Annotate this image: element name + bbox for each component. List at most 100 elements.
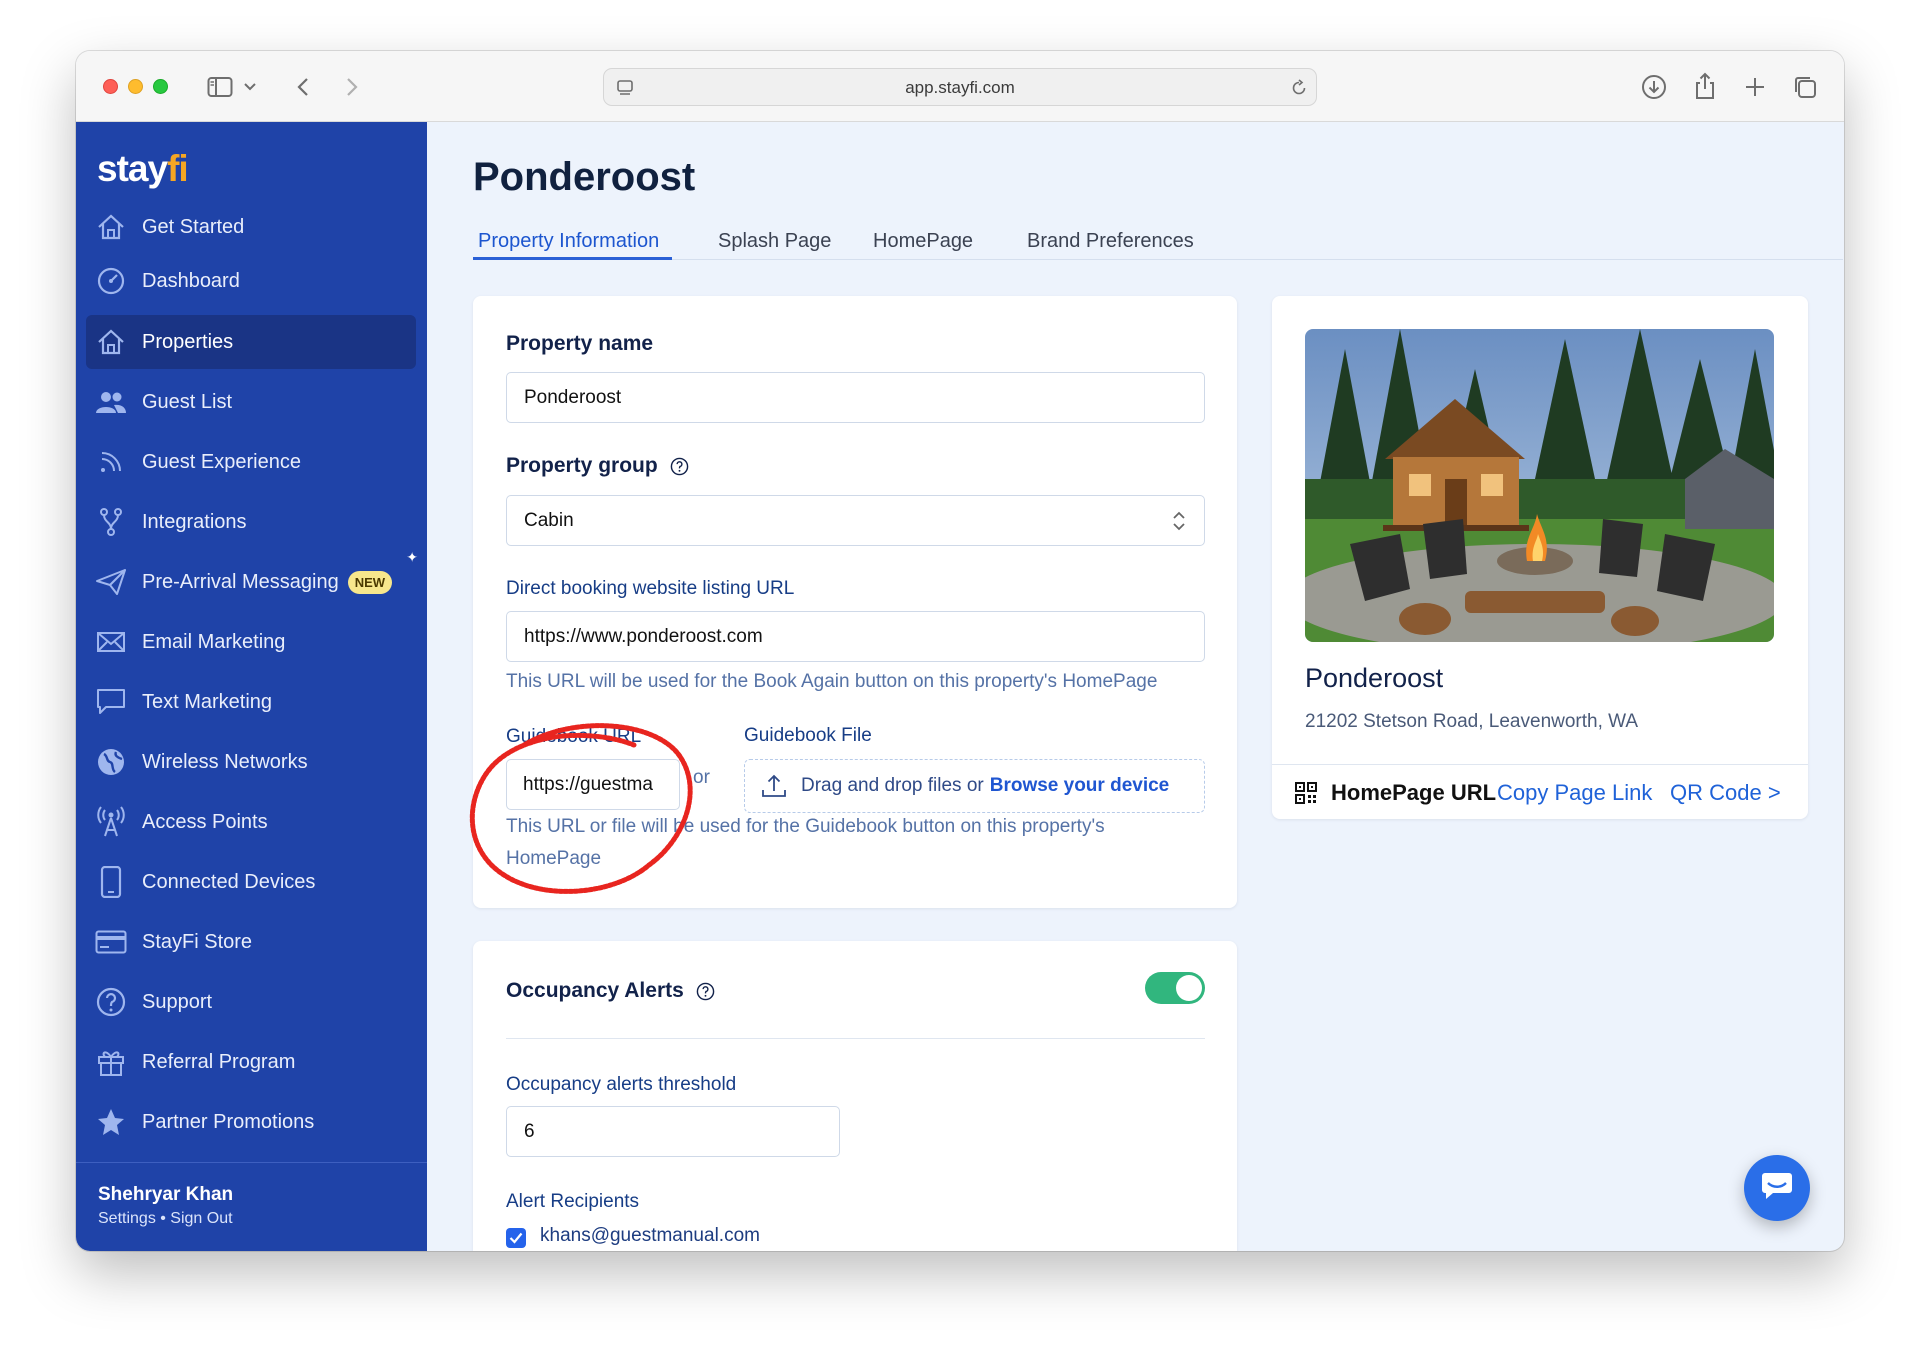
- preview-divider: [1272, 764, 1808, 765]
- property-group-label: Property group: [506, 454, 689, 478]
- sidebar-item-label: Support: [142, 990, 213, 1013]
- occupancy-title-text: Occupancy Alerts: [506, 979, 684, 1002]
- property-photo: [1305, 329, 1774, 642]
- property-group-label-text: Property group: [506, 454, 658, 477]
- sidebar-item-integrations[interactable]: Integrations: [86, 495, 416, 549]
- share-icon[interactable]: [1690, 70, 1720, 102]
- property-group-value: Cabin: [524, 509, 574, 531]
- occupancy-alerts-card: Occupancy Alerts Occupancy alerts thresh…: [473, 941, 1237, 1251]
- minimize-window-button[interactable]: [128, 79, 143, 94]
- copy-page-link[interactable]: Copy Page Link: [1497, 780, 1652, 806]
- chat-icon: [1759, 1169, 1795, 1208]
- download-icon[interactable]: [1639, 72, 1669, 102]
- paper-plane-icon: [94, 565, 128, 599]
- sidebar-item-connected-devices[interactable]: Connected Devices: [86, 855, 416, 909]
- browser-window: app.stayfi.com stayfi Get Started Dashbo…: [76, 51, 1844, 1251]
- tab-property-information[interactable]: Property Information: [478, 230, 659, 253]
- back-arrow-icon[interactable]: [291, 73, 315, 101]
- sidebar-item-pre-arrival-messaging[interactable]: Pre-Arrival Messaging NEW ✦: [86, 549, 418, 609]
- sidebar-item-label: Integrations: [142, 510, 247, 533]
- booking-url-input[interactable]: https://www.ponderoost.com: [506, 611, 1205, 662]
- envelope-icon: [94, 625, 128, 659]
- browser-toolbar: app.stayfi.com: [76, 51, 1844, 122]
- qr-code-icon: [1295, 782, 1317, 809]
- guidebook-file-dropzone[interactable]: Drag and drop files or Browse your devic…: [744, 759, 1205, 813]
- sidebar-item-label: Access Points: [142, 810, 268, 833]
- property-group-select[interactable]: Cabin: [506, 495, 1205, 546]
- booking-url-label: Direct booking website listing URL: [506, 578, 795, 599]
- chevron-down-icon[interactable]: [241, 75, 259, 99]
- homepage-url-label: HomePage URL: [1331, 780, 1497, 805]
- tab-overview-icon[interactable]: [1790, 72, 1820, 102]
- chat-bubble-icon: [94, 685, 128, 719]
- sidebar-item-referral-program[interactable]: Referral Program: [86, 1035, 416, 1089]
- sidebar: stayfi Get Started Dashboard Properties …: [76, 122, 427, 1251]
- antenna-icon: [94, 805, 128, 839]
- property-name-input[interactable]: Ponderoost: [506, 372, 1205, 423]
- threshold-label: Occupancy alerts threshold: [506, 1074, 737, 1095]
- users-icon: [94, 385, 128, 419]
- or-separator: or: [693, 767, 710, 788]
- reload-icon[interactable]: [1288, 77, 1310, 99]
- sidebar-item-guest-experience[interactable]: Guest Experience: [86, 435, 416, 489]
- address-bar[interactable]: app.stayfi.com: [603, 68, 1317, 106]
- recipient-checkbox[interactable]: [506, 1228, 526, 1248]
- dropzone-text: Drag and drop files or: [801, 775, 984, 796]
- page-title: Ponderoost: [473, 155, 696, 199]
- browse-device-link[interactable]: Browse your device: [990, 775, 1170, 797]
- tab-splash-page[interactable]: Splash Page: [718, 230, 831, 253]
- sidebar-item-label: Partner Promotions: [142, 1110, 315, 1133]
- guidebook-url-label: Guidebook URL: [506, 726, 642, 747]
- sidebar-item-dashboard[interactable]: Dashboard: [86, 254, 416, 308]
- property-preview-card: Ponderoost 21202 Stetson Road, Leavenwor…: [1272, 296, 1808, 819]
- threshold-input[interactable]: 6: [506, 1106, 840, 1157]
- sidebar-item-label: Get Started: [142, 215, 245, 238]
- star-icon: [94, 1105, 128, 1139]
- sidebar-item-email-marketing[interactable]: Email Marketing: [86, 615, 416, 669]
- toggle-knob: [1176, 975, 1202, 1001]
- sidebar-item-label: Email Marketing: [142, 630, 286, 653]
- sidebar-item-properties[interactable]: Properties: [86, 315, 416, 369]
- occupancy-alerts-toggle[interactable]: [1145, 972, 1205, 1004]
- sidebar-item-label: Connected Devices: [142, 870, 316, 893]
- chat-widget-button[interactable]: [1744, 1155, 1810, 1221]
- close-window-button[interactable]: [103, 79, 118, 94]
- url-text: app.stayfi.com: [905, 78, 1015, 97]
- sidebar-item-access-points[interactable]: Access Points: [86, 795, 416, 849]
- gift-icon: [94, 1045, 128, 1079]
- home-icon: [94, 325, 128, 359]
- help-circle-icon[interactable]: [670, 457, 689, 476]
- property-info-card: Property name Ponderoost Property group …: [473, 296, 1237, 908]
- new-badge: NEW: [347, 570, 393, 594]
- sidebar-item-guest-list[interactable]: Guest List: [86, 375, 416, 429]
- guidebook-file-label: Guidebook File: [744, 725, 872, 746]
- sidebar-item-stayfi-store[interactable]: StayFi Store: [86, 915, 416, 969]
- sidebar-item-text-marketing[interactable]: Text Marketing: [86, 675, 416, 729]
- tab-homepage[interactable]: HomePage: [873, 230, 973, 253]
- sidebar-item-label: Dashboard: [142, 269, 240, 292]
- sidebar-item-label: Referral Program: [142, 1050, 296, 1073]
- sidebar-item-wireless-networks[interactable]: Wireless Networks: [86, 735, 416, 789]
- guidebook-url-input[interactable]: https://guestma: [506, 759, 680, 810]
- maximize-window-button[interactable]: [153, 79, 168, 94]
- booking-url-help: This URL will be used for the Book Again…: [506, 671, 1158, 692]
- sidebar-item-partner-promotions[interactable]: Partner Promotions: [86, 1095, 416, 1149]
- stayfi-logo[interactable]: stayfi: [97, 148, 189, 190]
- home-icon: [94, 210, 128, 244]
- new-tab-icon[interactable]: [1740, 72, 1770, 102]
- forward-arrow-icon[interactable]: [340, 73, 364, 101]
- tab-brand-preferences[interactable]: Brand Preferences: [1027, 230, 1194, 253]
- sidebar-item-support[interactable]: Support: [86, 975, 416, 1029]
- sidebar-toggle-icon[interactable]: [206, 73, 234, 101]
- fork-icon: [94, 505, 128, 539]
- select-updown-icon: [1172, 510, 1186, 538]
- rss-icon: [94, 445, 128, 479]
- card-divider: [506, 1038, 1205, 1039]
- help-circle-icon[interactable]: [696, 982, 715, 1001]
- sparkle-icon: ✦: [406, 549, 418, 565]
- sidebar-item-get-started[interactable]: Get Started: [86, 200, 416, 254]
- user-links[interactable]: Settings • Sign Out: [98, 1210, 233, 1228]
- sidebar-item-label: Properties: [142, 330, 234, 353]
- qr-code-link[interactable]: QR Code >: [1670, 780, 1781, 806]
- upload-icon: [761, 773, 787, 799]
